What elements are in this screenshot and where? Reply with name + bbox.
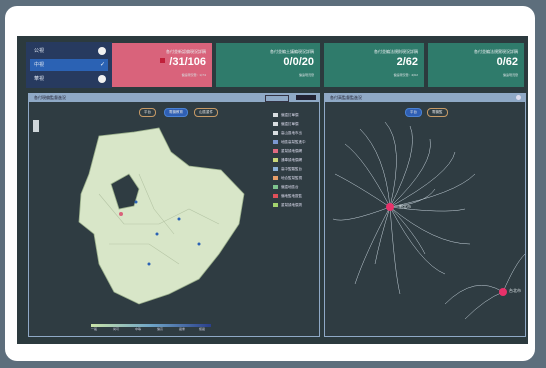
card-value: 2/62 (396, 56, 418, 68)
panel-header: 各付高監督監進況 (325, 94, 525, 102)
card-value: /31/106 (169, 56, 206, 68)
legend-item[interactable]: 重幫據地價網 (273, 148, 313, 154)
card-title: 各付並編土議編現況詳稱 (270, 49, 314, 54)
card-title: 各付並新認偏現況詳稱 (166, 49, 206, 54)
legend-item[interactable]: 高山區地市出 (273, 130, 313, 136)
stat-card[interactable]: 各付並新認偏現況詳稱 /31/106 偏遠現況發 ∶ 1∕74 (112, 43, 212, 87)
legend-item[interactable]: 地區高幫監進中 (273, 139, 313, 145)
legend-item[interactable]: 偏遠訂單價 (273, 112, 313, 118)
legend-item[interactable]: 偏遠訂單價 (273, 121, 313, 127)
taiwan-map[interactable] (39, 114, 269, 314)
color-scale: 一般 尚可 中等 偏高 嚴重 極嚴 (91, 324, 211, 333)
card-value: 0/62 (496, 56, 518, 68)
settings-icon[interactable] (516, 95, 521, 100)
dropdown-icon[interactable] (296, 95, 316, 100)
panel-header: 各付現偏監督進況 (29, 94, 319, 102)
legend-row-label: 華視 (34, 76, 45, 82)
card-subtitle: 偏遠現況發 ∶ 1∕74 (181, 73, 206, 77)
legend-row[interactable]: 華視 (30, 73, 108, 85)
graph-hub-label: 新北市 (399, 204, 411, 209)
alert-icon (160, 58, 165, 63)
legend-item[interactable]: 地合監幫監視 (273, 175, 313, 181)
card-title: 各付並編法規則現況詳稱 (374, 49, 418, 54)
toggle-icon[interactable] (98, 47, 106, 55)
stat-card[interactable]: 各付並編法規則現況詳稱 2/62 偏遠現況發 ∶ 4∕62 (324, 43, 424, 87)
panel-title: 各付現偏監督進況 (34, 95, 66, 100)
card-subtitle: 偏遠現況發 (298, 73, 314, 77)
legend-item[interactable]: 通車據地價網 (273, 157, 313, 163)
card-subtitle: 偏遠現況發 (502, 73, 518, 77)
card-subtitle: 偏遠現況發 ∶ 4∕62 (393, 73, 418, 77)
stat-card[interactable]: 各付並編土議編現況詳稱 0/0/20 偏遠現況發 (216, 43, 320, 87)
legend-row-label: 公視 (34, 48, 45, 54)
toolbar-icons[interactable] (265, 95, 289, 102)
graph-hub-label: 台北市 (509, 288, 521, 293)
legend-row-selected[interactable]: 中視 ✓ (30, 59, 108, 71)
legend-item[interactable]: 偏遠地區台 (273, 184, 313, 190)
graph-panel: 各付高監督監進況 平台 電機監 新北市 台北市 (324, 93, 526, 337)
stat-card[interactable]: 各付並編法規實現況詳稱 0/62 偏遠現況發 (428, 43, 524, 87)
channel-legend: 公視 中視 ✓ 華視 (26, 42, 112, 88)
panel-title: 各付高監督監進況 (330, 95, 362, 100)
card-title: 各付並編法規實現況詳稱 (474, 49, 518, 54)
network-graph[interactable] (325, 104, 525, 334)
legend-row[interactable]: 公視 (30, 45, 108, 57)
card-value: 0/0/20 (283, 56, 314, 68)
legend-item[interactable]: 重幫據地價測 (273, 202, 313, 208)
legend-row-label: 中視 (34, 62, 45, 68)
toggle-icon[interactable] (98, 75, 106, 83)
legend-item[interactable]: 高中監驅監台 (273, 166, 313, 172)
legend-item[interactable]: 偏地監地區監 (273, 193, 313, 199)
check-icon: ✓ (99, 61, 105, 68)
map-panel: 各付現偏監督進況 平台 電機教育 山區重件 偏遠訂單價 偏遠訂單價 高山區地市出… (28, 93, 320, 337)
